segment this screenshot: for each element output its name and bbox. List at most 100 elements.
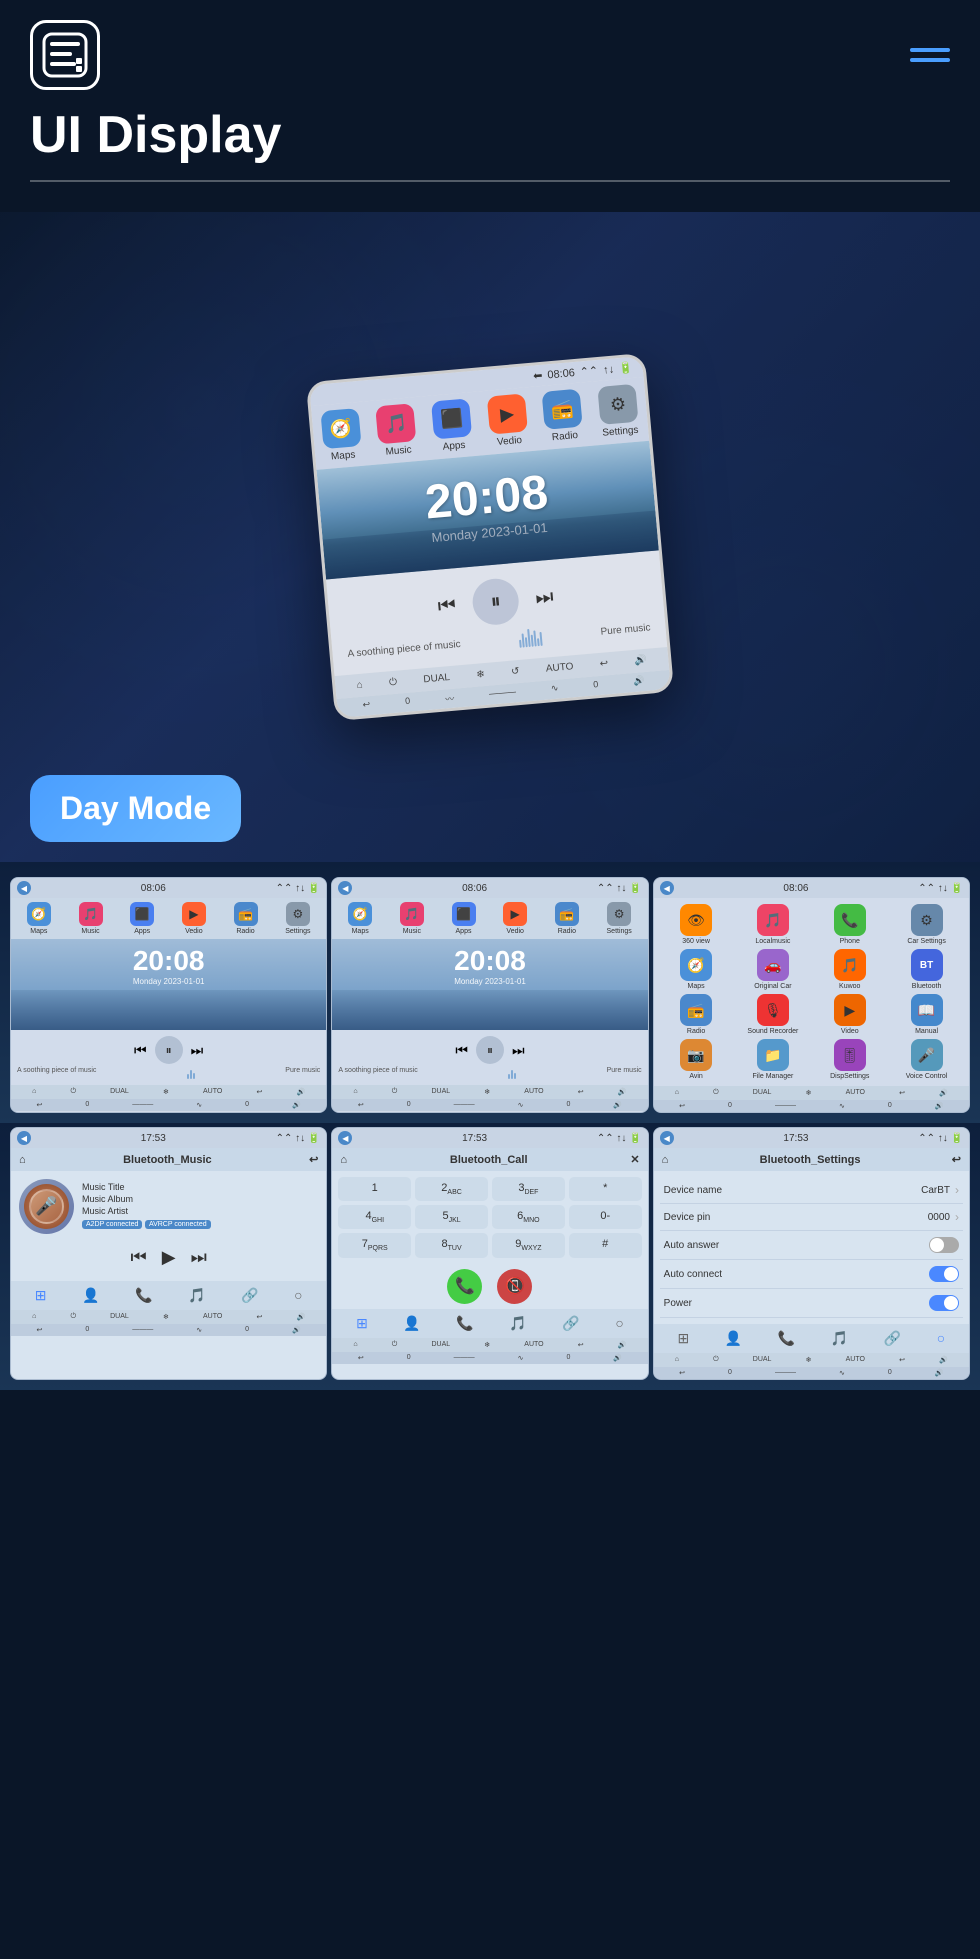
app-soundrecorder[interactable]: 🎙 Sound Recorder [736, 994, 809, 1035]
bt-play-btn[interactable]: ▶ [162, 1247, 176, 1268]
app-dispsettings[interactable]: 🎚 DispSettings [813, 1039, 886, 1080]
nav-radio[interactable]: 📻 Radio [542, 389, 584, 444]
bt-settings-home-icon[interactable]: ⌂ [662, 1154, 669, 1166]
screen1-nav-radio[interactable]: 📻 Radio [234, 902, 258, 935]
tab-person2-icon[interactable]: 👤 [403, 1315, 420, 1332]
screen2-nav-maps[interactable]: 🧭 Maps [348, 902, 372, 935]
tab-circle-icon[interactable]: ○ [294, 1287, 302, 1304]
app-bt[interactable]: BT Bluetooth [890, 949, 963, 990]
tab-circle3-icon[interactable]: ○ [937, 1330, 945, 1347]
tab-person3-icon[interactable]: 👤 [725, 1330, 742, 1347]
screen2-nav-music[interactable]: 🎵 Music [400, 902, 424, 935]
app-localmusic[interactable]: 🎵 Localmusic [736, 904, 809, 945]
bt-music-home-icon[interactable]: ⌂ [19, 1154, 26, 1166]
menu-button[interactable] [910, 48, 950, 62]
tab-music2-icon[interactable]: 🎵 [509, 1315, 526, 1332]
screen2-nav-settings[interactable]: ⚙ Settings [607, 902, 632, 935]
dial-8[interactable]: 8TUV [415, 1233, 488, 1257]
prev-icon[interactable]: ⏮ [437, 594, 457, 618]
screen1-prev[interactable]: ⏮ [134, 1042, 147, 1059]
screen1-nav-maps[interactable]: 🧭 Maps [27, 902, 51, 935]
nav-maps[interactable]: 🧭 Maps [320, 408, 362, 463]
dial-2[interactable]: 2ABC [415, 1177, 488, 1201]
app-kugou[interactable]: 🎵 Kuwoo [813, 949, 886, 990]
app-maps[interactable]: 🧭 Maps [660, 949, 733, 990]
bt-device-pin-chevron[interactable]: › [955, 1210, 959, 1224]
nav-music[interactable]: 🎵 Music [376, 403, 418, 458]
tab-grid-icon[interactable]: ⊞ [35, 1287, 47, 1304]
tab-grid2-icon[interactable]: ⊞ [356, 1315, 368, 1332]
screen1-nav-settings[interactable]: ⚙ Settings [285, 902, 310, 935]
bt-power-toggle[interactable] [929, 1295, 959, 1311]
screen1-nav-apps[interactable]: ⬛ Apps [130, 902, 154, 935]
screen1-next[interactable]: ⏭ [191, 1042, 204, 1059]
app-origcar[interactable]: 🚗 Original Car [736, 949, 809, 990]
dial-0minus[interactable]: 0- [569, 1205, 642, 1229]
bt-auto-answer-toggle[interactable] [929, 1237, 959, 1253]
app-manual[interactable]: 📖 Manual [890, 994, 963, 1035]
bt-music-back-btn[interactable]: ◀ [17, 1131, 31, 1145]
screen2-nav-vedio[interactable]: ▶ Vedio [503, 902, 527, 935]
tab-phone3-icon[interactable]: 📞 [778, 1330, 795, 1347]
app-filemanager[interactable]: 📁 File Manager [736, 1039, 809, 1080]
tab-phone-icon[interactable]: 📞 [135, 1287, 152, 1304]
dial-3[interactable]: 3DEF [492, 1177, 565, 1201]
next-icon[interactable]: ⏭ [535, 585, 555, 609]
bt-auto-connect-toggle[interactable] [929, 1266, 959, 1282]
screen2-back-btn[interactable]: ◀ [338, 881, 352, 895]
bt-call-home-icon[interactable]: ⌂ [340, 1154, 347, 1166]
dial-6[interactable]: 6MNO [492, 1205, 565, 1229]
app-carsettings[interactable]: ⚙ Car Settings [890, 904, 963, 945]
bt-next-btn[interactable]: ⏭ [191, 1247, 207, 1268]
dial-5[interactable]: 5JKL [415, 1205, 488, 1229]
dial-star[interactable]: * [569, 1177, 642, 1201]
dial-4[interactable]: 4GHI [338, 1205, 411, 1229]
tab-link-icon[interactable]: 🔗 [241, 1287, 258, 1304]
tab-grid3-icon[interactable]: ⊞ [677, 1330, 689, 1347]
dial-1[interactable]: 1 [338, 1177, 411, 1201]
tab-music-icon[interactable]: 🎵 [188, 1287, 205, 1304]
app-360view[interactable]: 👁 360 view [660, 904, 733, 945]
bt-device-name-chevron[interactable]: › [955, 1183, 959, 1197]
app-video[interactable]: ▶ Video [813, 994, 886, 1035]
screen2-time-display: 20:08 Monday 2023-01-01 [332, 939, 647, 1030]
bt-settings-status-time: 17:53 [783, 1133, 808, 1144]
settings-icon: ⚙ [597, 384, 638, 425]
call-reject-btn[interactable]: 📵 [497, 1269, 532, 1304]
tab-phone2-icon[interactable]: 📞 [456, 1315, 473, 1332]
bt-call-close-icon[interactable]: ✕ [630, 1153, 639, 1166]
screen1-nav-music[interactable]: 🎵 Music [79, 902, 103, 935]
tab-link3-icon[interactable]: 🔗 [884, 1330, 901, 1347]
nav-apps[interactable]: ⬛ Apps [431, 398, 473, 453]
tab-music3-icon[interactable]: 🎵 [831, 1330, 848, 1347]
nav-vedio[interactable]: ▶ Vedio [487, 393, 529, 448]
screen2-play[interactable]: ⏸ [476, 1036, 504, 1064]
bt-music-back-icon[interactable]: ↩ [309, 1153, 318, 1166]
bt-settings-back-btn[interactable]: ◀ [660, 1131, 674, 1145]
screen2-nav-radio[interactable]: 📻 Radio [555, 902, 579, 935]
screen2-nav-apps[interactable]: ⬛ Apps [452, 902, 476, 935]
dial-hash[interactable]: # [569, 1233, 642, 1257]
bt-prev-btn[interactable]: ⏮ [131, 1247, 147, 1268]
screen1-back-btn[interactable]: ◀ [17, 881, 31, 895]
app-phone[interactable]: 📞 Phone [813, 904, 886, 945]
screen2-next[interactable]: ⏭ [512, 1042, 525, 1059]
screen1-nav-vedio[interactable]: ▶ Vedio [182, 902, 206, 935]
app-voicecontrol[interactable]: 🎤 Voice Control [890, 1039, 963, 1080]
screen3-back-btn[interactable]: ◀ [660, 881, 674, 895]
dial-7[interactable]: 7PQRS [338, 1233, 411, 1257]
bt-device-pin-row: Device pin 0000 › [660, 1204, 963, 1231]
app-radio[interactable]: 📻 Radio [660, 994, 733, 1035]
screen1-play[interactable]: ⏸ [155, 1036, 183, 1064]
bt-settings-back-icon[interactable]: ↩ [952, 1153, 961, 1166]
tab-person-icon[interactable]: 👤 [82, 1287, 99, 1304]
app-avin[interactable]: 📷 Avin [660, 1039, 733, 1080]
nav-settings[interactable]: ⚙ Settings [597, 384, 639, 439]
dial-9[interactable]: 9WXYZ [492, 1233, 565, 1257]
tab-circle2-icon[interactable]: ○ [615, 1315, 623, 1332]
bt-call-back-btn[interactable]: ◀ [338, 1131, 352, 1145]
call-accept-btn[interactable]: 📞 [447, 1269, 482, 1304]
play-pause-button[interactable]: ⏸ [469, 575, 523, 629]
screen2-prev[interactable]: ⏮ [455, 1042, 468, 1059]
tab-link2-icon[interactable]: 🔗 [562, 1315, 579, 1332]
